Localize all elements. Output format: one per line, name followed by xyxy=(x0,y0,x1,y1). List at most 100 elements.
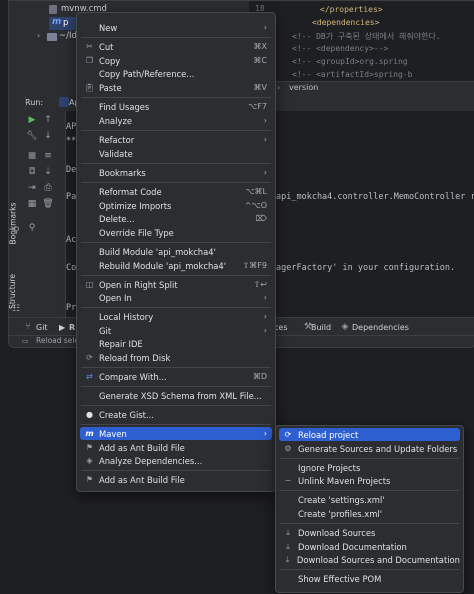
arrow-up-icon[interactable]: ↑ xyxy=(43,115,53,125)
menu-item-git[interactable]: Git › xyxy=(80,324,272,337)
menu-item-refactor[interactable]: Refactor › xyxy=(80,133,272,146)
chevron-right-icon: › xyxy=(263,312,267,321)
menu-item-local-history[interactable]: Local History › xyxy=(80,310,272,323)
menu-item-generate-xsd[interactable]: Generate XSD Schema from XML File... xyxy=(80,389,272,402)
menu-item-analyze-dependencies[interactable]: ◈ Analyze Dependencies... xyxy=(80,454,272,467)
code-line-3: <!-- DB가 구축된 상태에서 해줘야한다. xyxy=(292,32,441,41)
tree-item-selected[interactable]: m p xyxy=(49,17,79,30)
tab-dependencies[interactable]: Dependencies xyxy=(352,323,409,332)
layout-icon[interactable]: ▦ xyxy=(27,199,37,209)
tab-git[interactable]: Git xyxy=(36,323,48,332)
submenu-item-ignore-projects[interactable]: Ignore Projects xyxy=(279,461,460,474)
menu-item-create-gist[interactable]: ● Create Gist... xyxy=(80,408,272,421)
dependencies-icon: ◈ xyxy=(86,456,93,465)
menu-item-label: Add as Ant Build File xyxy=(99,474,185,485)
submenu-item-reload-project[interactable]: ⟳ Reload project xyxy=(279,428,460,441)
tab-run[interactable]: R xyxy=(69,323,75,332)
menu-item-maven[interactable]: m Maven › xyxy=(80,427,272,440)
menu-item-optimize-imports[interactable]: Optimize Imports ^⌥O xyxy=(80,199,272,212)
menu-item-cut[interactable]: ✂ Cut ⌘X xyxy=(80,40,272,53)
menu-item-label: Copy xyxy=(99,55,121,66)
menu-separator xyxy=(81,163,271,164)
scissors-icon: ✂ xyxy=(86,42,93,51)
menu-item-delete[interactable]: Delete... ⌦ xyxy=(80,212,272,225)
bookmarks-tab[interactable]: Bookmarks xyxy=(9,195,22,255)
arrow-down-icon[interactable]: ↓ xyxy=(43,131,53,141)
menu-item-label: Open In xyxy=(99,292,132,303)
menu-item-add-ant-build[interactable]: ⚑ Add as Ant Build File xyxy=(80,441,272,454)
menu-item-analyze[interactable]: Analyze › xyxy=(80,114,272,127)
submenu-item-download-sources[interactable]: ⤓ Download Sources xyxy=(279,526,460,539)
login-icon[interactable]: ⇥ xyxy=(27,183,37,193)
chevron-right-icon: › xyxy=(263,23,267,32)
menu-item-reformat-code[interactable]: Reformat Code ⌥⌘L xyxy=(80,185,272,198)
menu-item-label: Open in Right Split xyxy=(99,279,178,290)
console-line: ** xyxy=(66,136,77,146)
console-line: api_mokcha4.controller.MemoController r xyxy=(276,192,474,202)
download-icon: ⤓ xyxy=(285,554,290,564)
bookmark-icon[interactable]: ⚲ xyxy=(13,226,20,236)
tab-build[interactable]: Build xyxy=(311,323,331,332)
menu-item-label: Optimize Imports xyxy=(99,200,172,211)
menu-item-new[interactable]: New › xyxy=(80,21,272,34)
minus-icon: − xyxy=(284,476,292,485)
menu-item-bookmarks[interactable]: Bookmarks › xyxy=(80,166,272,179)
submenu-item-download-documentation[interactable]: ⤓ Download Documentation xyxy=(279,540,460,553)
print-icon[interactable]: ⎙ xyxy=(43,183,53,193)
chevron-right-icon: › xyxy=(263,326,267,335)
chevron-right-icon[interactable]: › xyxy=(37,31,40,40)
menu-item-label: Delete... xyxy=(99,213,135,224)
menu-item-open-right-split[interactable]: ◫ Open in Right Split ⇧↩ xyxy=(80,278,272,291)
menu-item-repair-ide[interactable]: Repair IDE xyxy=(80,337,272,350)
menu-item-open-in[interactable]: Open In › xyxy=(80,291,272,304)
status-text: Reload sele xyxy=(36,336,80,345)
menu-item-compare-with[interactable]: ⇄ Compare With... ⌘D xyxy=(80,370,272,383)
delete-icon[interactable]: 🗑︎ xyxy=(42,199,53,209)
submenu-item-create-settings[interactable]: Create 'settings.xml' xyxy=(279,493,460,506)
submenu-item-show-effective-pom[interactable]: Show Effective POM xyxy=(279,572,460,585)
menu-item-label: Copy Path/Reference... xyxy=(99,68,195,79)
menu-separator xyxy=(81,242,271,243)
git-icon: ⑂ xyxy=(25,322,31,332)
menu-item-shortcut: ⌦ xyxy=(255,214,267,223)
menu-item-rebuild-module[interactable]: Rebuild Module 'api_mokcha4' ⇧⌘F9 xyxy=(80,259,272,272)
tree-item-folder[interactable]: ~/Id xyxy=(59,31,77,41)
menu-item-build-module[interactable]: Build Module 'api_mokcha4' xyxy=(80,245,272,258)
rerun-icon[interactable]: ▶ xyxy=(27,115,37,125)
submenu-item-create-profiles[interactable]: Create 'profiles.xml' xyxy=(279,507,460,520)
menu-item-label: Maven xyxy=(99,428,127,439)
scroll-end-icon[interactable]: ⇣ xyxy=(43,167,53,177)
wrench-icon[interactable]: 🔧︎ xyxy=(26,131,37,141)
camera-icon[interactable]: ◘ xyxy=(27,167,37,177)
split-icon: ◫ xyxy=(85,280,94,289)
console-line: Ac xyxy=(66,235,77,245)
menu-item-copy[interactable]: ❐ Copy ⌘C xyxy=(80,54,272,67)
code-editor[interactable]: 18 </properties> <dependencies> <!-- DB가… xyxy=(249,1,474,81)
menu-item-find-usages[interactable]: Find Usages ⌥F7 xyxy=(80,100,272,113)
chevron-right-icon: › xyxy=(263,293,267,302)
submenu-item-unlink-maven[interactable]: − Unlink Maven Projects xyxy=(279,474,460,487)
code-line-2: <dependencies> xyxy=(312,18,380,27)
soft-wrap-icon[interactable]: ≡ xyxy=(43,151,53,161)
menu-item-paste[interactable]: 📋︎ Paste ⌘V xyxy=(80,81,272,94)
menu-item-copy-path[interactable]: Copy Path/Reference... xyxy=(80,67,272,80)
submenu-item-download-both[interactable]: ⤓ Download Sources and Documentation xyxy=(279,553,460,566)
tab-services[interactable]: ces xyxy=(274,323,288,332)
pin-icon[interactable]: ⚲ xyxy=(27,223,37,233)
menu-item-label: Build Module 'api_mokcha4' xyxy=(99,246,216,257)
breadcrumb-item[interactable]: version xyxy=(289,83,318,92)
menu-item-validate[interactable]: Validate xyxy=(80,147,272,160)
menu-item-label: Reformat Code xyxy=(99,186,162,197)
menu-item-add-ant-build-2[interactable]: ⚑ Add as Ant Build File xyxy=(80,473,272,486)
structure-icon[interactable]: ☷ xyxy=(12,304,20,314)
submenu-item-label: Reload project xyxy=(298,429,359,440)
stop-icon[interactable]: ■ xyxy=(27,151,37,161)
download-icon: ⤓ xyxy=(286,541,290,551)
submenu-item-generate-sources[interactable]: ⚙ Generate Sources and Update Folders xyxy=(279,442,460,455)
console-line: AP xyxy=(66,122,77,132)
menu-item-shortcut: ⇧↩ xyxy=(253,280,267,289)
status-icon: ▭ xyxy=(21,337,29,345)
menu-item-override-file-type[interactable]: Override File Type xyxy=(80,226,272,239)
menu-item-shortcut: ⌥⌘L xyxy=(245,187,267,196)
menu-item-reload-from-disk[interactable]: ⟳ Reload from Disk xyxy=(80,351,272,364)
